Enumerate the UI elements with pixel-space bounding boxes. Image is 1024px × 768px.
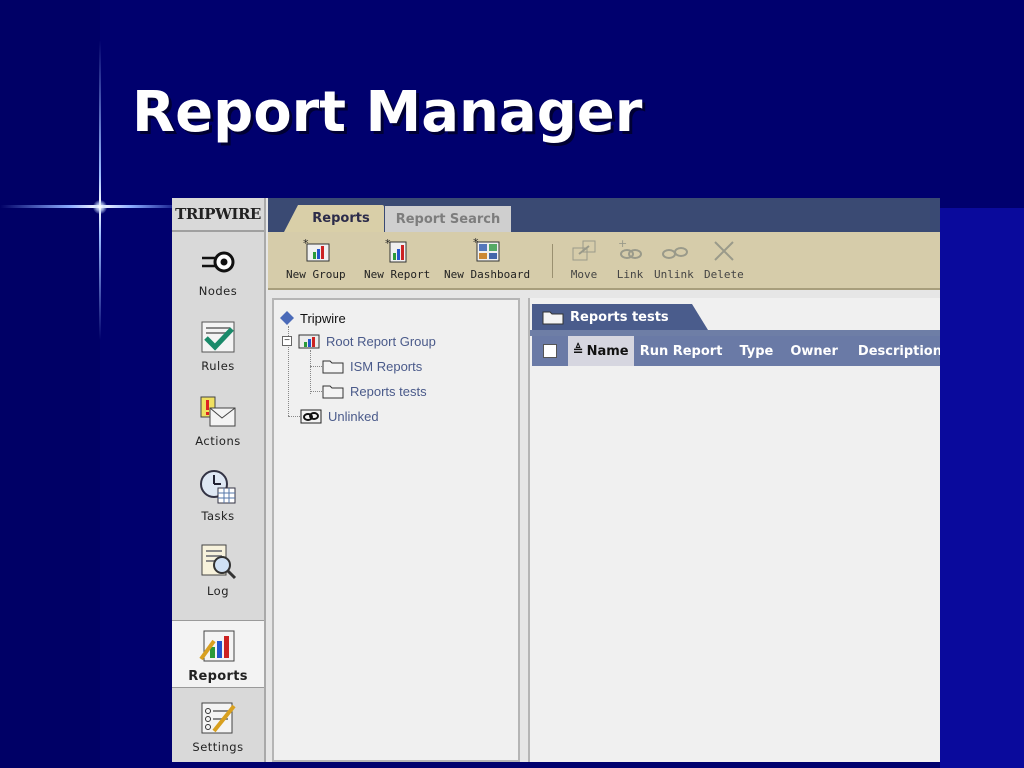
svg-text:*: * xyxy=(385,238,391,250)
toolbar-label: Link xyxy=(616,268,644,281)
reports-toolbar: * New Group * New Report * New Dashboard… xyxy=(268,232,940,290)
unlink-button[interactable]: Unlink xyxy=(654,238,694,281)
nav-item-tasks[interactable]: Tasks xyxy=(172,461,264,529)
new-group-button[interactable]: * New Group xyxy=(286,238,346,281)
tab-reports[interactable]: Reports xyxy=(284,205,384,232)
panel-title: Reports tests xyxy=(570,309,669,325)
tree-node-label: Unlinked xyxy=(328,408,379,424)
tab-report-search[interactable]: Report Search xyxy=(385,206,511,232)
nav-item-reports[interactable]: Reports xyxy=(172,620,264,688)
actions-icon xyxy=(197,392,239,432)
toolbar-label: New Dashboard xyxy=(444,268,531,281)
panel-title-tab: Reports tests xyxy=(532,304,708,330)
toolbar-label: Move xyxy=(570,268,598,281)
nav-item-log[interactable]: Log xyxy=(172,536,264,604)
new-group-icon: * xyxy=(300,238,332,264)
tripwire-logo: TRIPWIRE xyxy=(172,198,264,232)
nav-label: Reports xyxy=(188,669,248,684)
column-header-name[interactable]: ≜ Name xyxy=(567,336,634,366)
report-table-body xyxy=(532,366,940,762)
sort-ascending-icon: ≜ xyxy=(572,343,584,359)
collapse-toggle-icon[interactable]: − xyxy=(282,336,292,346)
column-header-type[interactable]: Type xyxy=(739,344,773,359)
nav-label: Settings xyxy=(192,740,244,754)
delete-icon xyxy=(708,238,740,264)
tree-node-ism-reports[interactable]: ISM Reports xyxy=(322,356,422,376)
nav-label: Actions xyxy=(195,434,241,448)
select-all-cell xyxy=(532,336,568,366)
nodes-icon xyxy=(197,242,239,282)
nav-item-actions[interactable]: Actions xyxy=(172,386,264,454)
tree-node-root-report-group[interactable]: − Root Report Group xyxy=(282,331,436,351)
link-icon: + xyxy=(614,238,646,264)
svg-text:+: + xyxy=(618,238,627,250)
star-flare-horizontal xyxy=(0,205,175,208)
column-header-run-report[interactable]: Run Report xyxy=(640,344,723,359)
nav-label: Rules xyxy=(201,359,235,373)
new-dashboard-button[interactable]: * New Dashboard xyxy=(444,238,530,281)
folder-icon xyxy=(322,385,344,399)
toolbar-label: New Report xyxy=(364,268,431,281)
tree-node-label: ISM Reports xyxy=(350,358,423,374)
slide-decor-block xyxy=(940,208,1024,768)
star-flare-vertical xyxy=(99,40,101,340)
move-button[interactable]: Move xyxy=(568,238,600,281)
svg-text:*: * xyxy=(473,238,479,249)
unlinked-icon xyxy=(300,409,322,424)
toolbar-label: New Group xyxy=(286,268,346,281)
move-icon xyxy=(568,238,600,264)
tree-guide xyxy=(310,350,311,394)
new-report-button[interactable]: * New Report xyxy=(364,238,430,281)
settings-icon xyxy=(197,698,239,738)
log-icon xyxy=(197,542,239,582)
folder-icon xyxy=(542,311,564,325)
slide-title: Report Manager xyxy=(132,80,643,145)
nav-label: Tasks xyxy=(201,509,235,523)
panel-header: Reports tests xyxy=(530,300,940,336)
main-tab-strip: Reports Report Search xyxy=(268,198,940,232)
nav-item-settings[interactable]: Settings xyxy=(172,692,264,760)
nav-item-nodes[interactable]: Nodes xyxy=(172,236,264,304)
toolbar-label: Unlink xyxy=(654,268,694,281)
nav-label: Nodes xyxy=(198,284,238,298)
tree-node-reports-tests[interactable]: Reports tests xyxy=(322,381,427,401)
report-group-tree: Tripwire − Root Report Group ISM Reports… xyxy=(272,298,520,762)
unlink-icon xyxy=(658,238,690,264)
star-flare-center xyxy=(93,200,107,214)
new-report-icon: * xyxy=(381,238,413,264)
select-all-checkbox[interactable] xyxy=(542,344,557,358)
tree-guide xyxy=(310,391,322,392)
report-list-panel: Reports tests ≜ Name Run Report Type Own… xyxy=(528,298,940,762)
report-table-header: ≜ Name Run Report Type Owner Description xyxy=(532,336,940,366)
tripwire-app-window: TRIPWIRE Nodes Rules Actions Tasks Log R… xyxy=(172,198,940,762)
nav-item-rules[interactable]: Rules xyxy=(172,311,264,379)
report-group-icon xyxy=(298,334,320,349)
toolbar-label: Delete xyxy=(704,268,744,281)
delete-button[interactable]: Delete xyxy=(704,238,744,281)
new-dashboard-icon: * xyxy=(471,238,503,264)
nav-label: Log xyxy=(206,584,230,598)
tree-node-label: Tripwire xyxy=(300,310,346,326)
tree-node-label: Root Report Group xyxy=(326,333,436,349)
svg-text:*: * xyxy=(303,238,309,250)
tree-node-tripwire[interactable]: Tripwire xyxy=(280,308,346,328)
tree-node-label: Reports tests xyxy=(350,383,427,399)
left-nav: TRIPWIRE Nodes Rules Actions Tasks Log R… xyxy=(172,198,266,762)
rules-icon xyxy=(197,317,239,357)
diamond-icon xyxy=(280,311,294,325)
column-header-owner[interactable]: Owner xyxy=(790,344,838,359)
tree-guide xyxy=(310,366,322,367)
tree-guide xyxy=(288,416,300,417)
tree-node-unlinked[interactable]: Unlinked xyxy=(300,406,379,426)
reports-icon xyxy=(197,627,239,667)
toolbar-separator xyxy=(552,244,553,278)
folder-icon xyxy=(322,360,344,374)
column-header-description[interactable]: Description xyxy=(858,344,940,359)
tasks-icon xyxy=(197,467,239,507)
link-button[interactable]: + Link xyxy=(614,238,646,281)
slide-left-band xyxy=(0,0,100,768)
